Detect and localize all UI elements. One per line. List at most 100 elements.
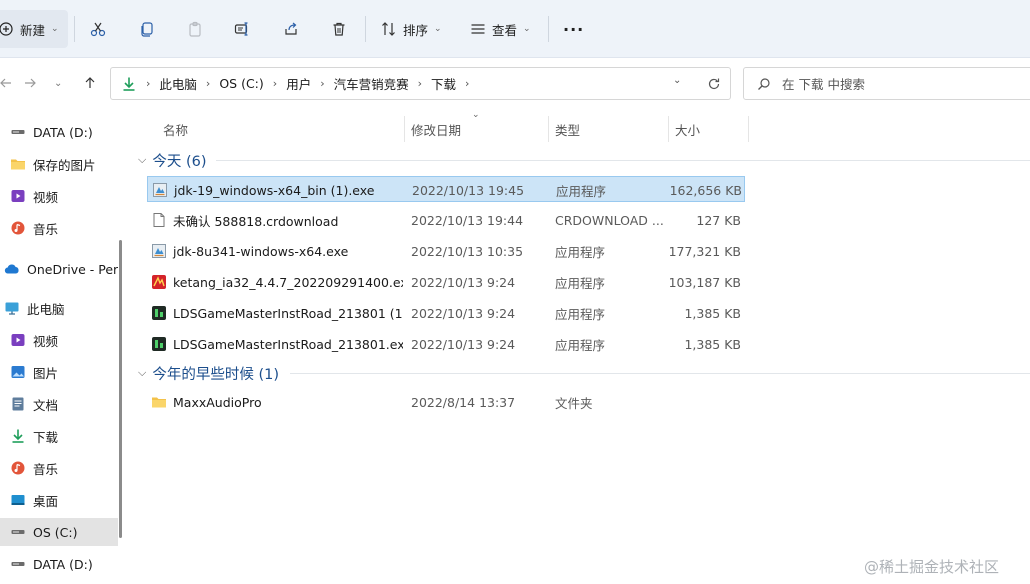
sidebar-scrollbar[interactable]	[119, 240, 122, 538]
installer-icon	[151, 243, 167, 259]
video-icon	[10, 188, 26, 204]
column-header-size[interactable]: 大小	[675, 116, 700, 142]
file-row[interactable]: 未确认 588818.crdownload 2022/10/13 19:44 C…	[147, 207, 745, 233]
address-bar[interactable]: › 此电脑 › OS (C:) › 用户 › 汽车营销竞赛 › 下载 › ⌄	[110, 67, 731, 100]
file-date: 2022/10/13 10:35	[411, 243, 524, 259]
sidebar-item-label: 此电脑	[27, 301, 65, 317]
file-row[interactable]: LDSGameMasterInstRoad_213801.exe 2022/10…	[147, 331, 745, 357]
sidebar-item-label: OS (C:)	[33, 524, 78, 540]
column-divider	[668, 116, 669, 142]
column-header-name[interactable]: 名称	[163, 116, 188, 142]
app-dark-icon	[151, 305, 167, 321]
download-icon	[121, 76, 137, 92]
file-date: 2022/10/13 9:24	[411, 274, 516, 290]
column-header-type[interactable]: 类型	[555, 116, 580, 142]
sidebar-item-label: 音乐	[33, 221, 59, 237]
sidebar-item-videos[interactable]: 视频	[0, 326, 118, 354]
sidebar-item-label: 下载	[33, 429, 59, 445]
column-divider	[748, 116, 749, 142]
sidebar-item-label: OneDrive - Per	[27, 261, 118, 277]
column-label: 修改日期	[411, 122, 462, 138]
arrow-up-icon	[82, 75, 98, 91]
pc-icon	[4, 300, 20, 316]
file-row[interactable]: jdk-8u341-windows-x64.exe 2022/10/13 10:…	[147, 238, 745, 264]
more-options-button[interactable]: ···	[563, 10, 584, 48]
new-label: 新建	[20, 22, 46, 38]
sidebar-item-this-pc[interactable]: 此电脑	[0, 294, 118, 322]
refresh-icon[interactable]	[706, 76, 722, 92]
paste-button[interactable]	[187, 10, 203, 48]
sidebar-item-data-drive[interactable]: DATA (D:)	[0, 118, 118, 146]
sort-icon	[381, 21, 397, 37]
rename-button[interactable]	[234, 10, 250, 48]
copy-button[interactable]	[139, 10, 155, 48]
share-button[interactable]	[283, 10, 299, 48]
file-name-cell: jdk-8u341-windows-x64.exe	[151, 238, 403, 264]
file-row[interactable]: MaxxAudioPro 2022/8/14 13:37 文件夹	[147, 389, 745, 415]
new-button[interactable]: 新建 ⌄	[0, 10, 68, 48]
sidebar-item-downloads[interactable]: 下载	[0, 422, 118, 450]
group-header-today[interactable]: ⌵ 今天 (6)	[138, 149, 207, 171]
forward-button[interactable]	[22, 72, 38, 94]
sidebar-item-documents[interactable]: 文档	[0, 390, 118, 418]
rename-icon	[234, 21, 250, 37]
breadcrumb-item[interactable]: 下载	[431, 74, 456, 93]
sidebar-item-onedrive[interactable]: OneDrive - Per	[0, 255, 118, 283]
cut-button[interactable]	[90, 10, 106, 48]
desktop-icon	[10, 492, 26, 508]
file-type: 应用程序	[555, 306, 606, 322]
recent-locations-button[interactable]: ⌄	[54, 72, 62, 94]
breadcrumb-item[interactable]: 用户	[286, 74, 311, 93]
sidebar-item-videos[interactable]: 视频	[0, 182, 118, 210]
pictures-icon	[10, 364, 26, 380]
back-button[interactable]	[0, 72, 14, 94]
blank-file-icon	[151, 212, 167, 228]
sidebar-item-pictures[interactable]: 图片	[0, 358, 118, 386]
sidebar-item-label: 视频	[33, 333, 59, 349]
sidebar-item-data-drive[interactable]: DATA (D:)	[0, 550, 118, 578]
chevron-down-icon: ⌄	[434, 24, 442, 34]
music-icon	[10, 460, 26, 476]
file-size: 1,385 KB	[684, 305, 741, 321]
document-icon	[10, 396, 26, 412]
sidebar-item-music[interactable]: 音乐	[0, 214, 118, 242]
cloud-icon	[4, 261, 20, 277]
file-row[interactable]: ketang_ia32_4.4.7_202209291400.exe 2022/…	[147, 269, 745, 295]
sidebar-item-saved-pictures[interactable]: 保存的图片	[0, 150, 118, 178]
address-history-dropdown[interactable]: ⌄	[673, 75, 681, 86]
up-button[interactable]	[82, 72, 98, 94]
breadcrumb-item[interactable]: 汽车营销竞赛	[334, 74, 409, 93]
column-divider	[548, 116, 549, 142]
sidebar-item-desktop[interactable]: 桌面	[0, 486, 118, 514]
file-name-cell: MaxxAudioPro	[151, 389, 403, 415]
chevron-down-icon: ⌵	[138, 153, 147, 166]
chevron-down-icon: ⌄	[523, 24, 531, 34]
file-date: 2022/10/13 9:24	[411, 305, 516, 321]
file-row[interactable]: jdk-19_windows-x64_bin (1).exe 2022/10/1…	[147, 176, 745, 202]
sort-button[interactable]: 排序 ⌄	[381, 10, 442, 48]
sidebar-item-os-drive[interactable]: OS (C:)	[0, 518, 118, 546]
file-row[interactable]: LDSGameMasterInstRoad_213801 (1).... 202…	[147, 300, 745, 326]
scissors-icon	[90, 21, 106, 37]
more-icon: ···	[563, 19, 585, 39]
sidebar-item-label: 图片	[33, 365, 59, 381]
column-label: 名称	[163, 122, 189, 138]
breadcrumb-item[interactable]: OS (C:)	[219, 76, 263, 91]
chevron-right-icon: ›	[205, 77, 211, 90]
sidebar-item-music[interactable]: 音乐	[0, 454, 118, 482]
delete-button[interactable]	[331, 10, 347, 48]
view-button[interactable]: 查看 ⌄	[470, 10, 531, 48]
file-type: 应用程序	[556, 183, 607, 199]
column-header-date[interactable]: 修改日期	[411, 116, 461, 142]
command-bar: 新建 ⌄ 排序 ⌄ 查看 ⌄ ···	[0, 0, 1030, 58]
breadcrumb-item[interactable]: 此电脑	[159, 74, 197, 93]
file-size: 127 KB	[696, 212, 741, 228]
group-divider	[290, 373, 1030, 374]
group-header-earlier-this-year[interactable]: ⌵ 今年的早些时候 (1)	[138, 362, 279, 384]
file-type: 应用程序	[555, 275, 606, 291]
file-size: 162,656 KB	[669, 182, 742, 198]
chevron-right-icon: ›	[417, 77, 423, 90]
column-divider	[404, 116, 405, 142]
search-input[interactable]: 在 下载 中搜索	[743, 67, 1030, 100]
chevron-down-icon: ⌄	[54, 77, 63, 89]
